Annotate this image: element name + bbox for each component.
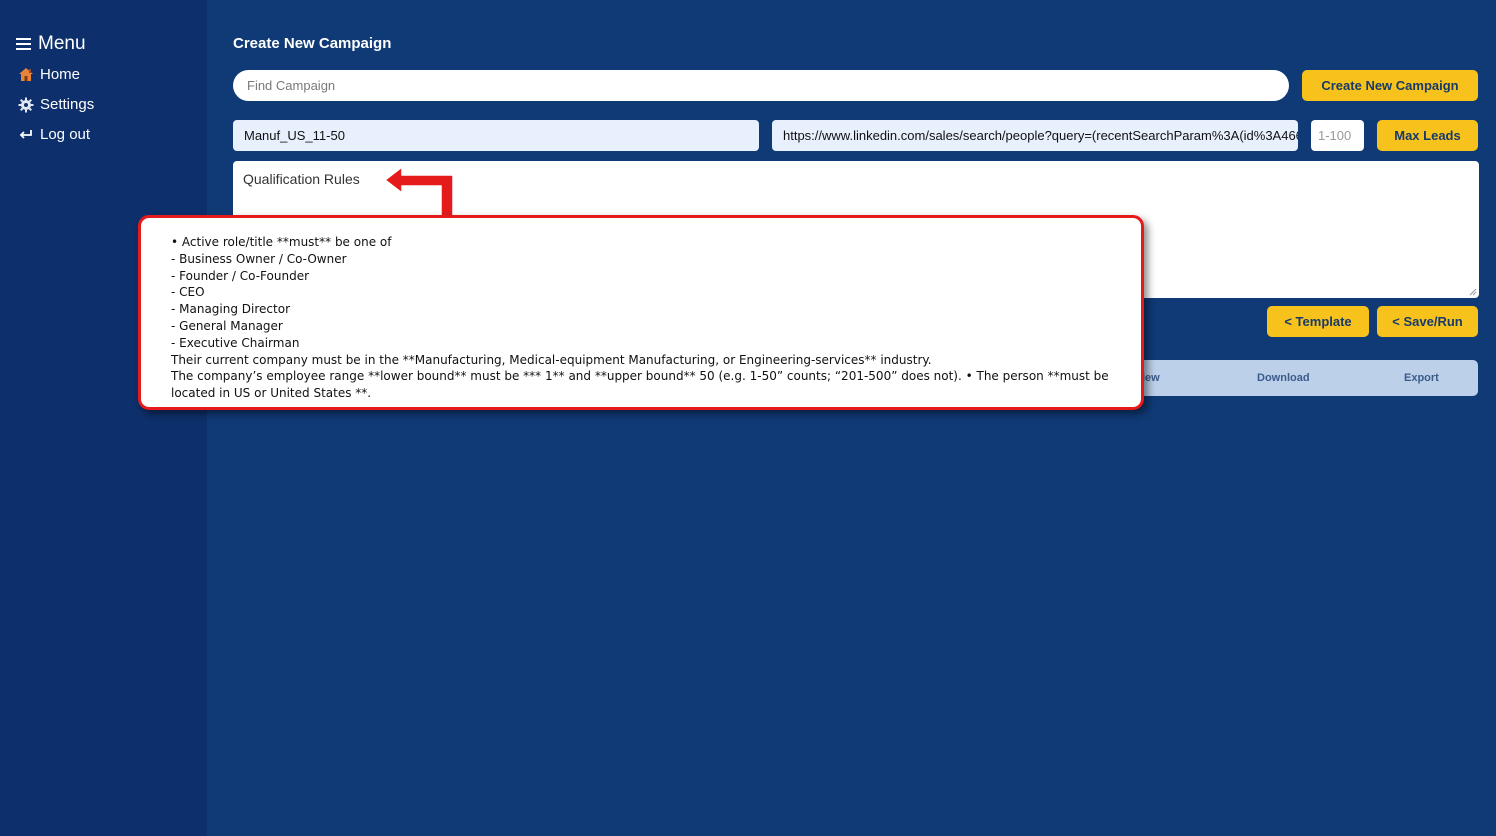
sidebar-item-label: Home (40, 66, 81, 83)
template-button[interactable]: < Template (1267, 306, 1369, 337)
rule-line: Their current company must be in the **M… (171, 352, 932, 367)
gear-icon (17, 96, 34, 113)
search-url-field[interactable]: https://www.linkedin.com/sales/search/pe… (772, 120, 1298, 151)
rule-line: - General Manager (171, 318, 283, 333)
rule-line: - Business Owner / Co-Owner (171, 251, 347, 266)
sidebar-item-label: Settings (40, 96, 95, 113)
results-tabs: iew Download Export (1100, 360, 1478, 396)
rule-line: - Managing Director (171, 302, 291, 317)
hamburger-icon (16, 38, 31, 50)
menu-label: Menu (38, 33, 86, 54)
sidebar-item-label: Log out (40, 126, 91, 143)
sidebar-item-home[interactable]: Home (17, 66, 80, 83)
create-campaign-button[interactable]: Create New Campaign (1302, 70, 1478, 101)
menu-toggle[interactable]: Menu (16, 33, 86, 55)
annotation-arrow-icon (383, 165, 454, 219)
rule-line: The company’s employee range **lower bou… (171, 369, 1109, 401)
rules-placeholder: Qualification Rules (243, 171, 360, 187)
tab-view[interactable]: iew (1142, 372, 1160, 384)
campaign-name-field[interactable]: Manuf_US_11-50 (233, 120, 759, 151)
sidebar-item-logout[interactable]: Log out (17, 126, 90, 143)
max-leads-button[interactable]: Max Leads (1377, 120, 1478, 151)
save-run-button[interactable]: < Save/Run (1377, 306, 1478, 337)
page-title: Create New Campaign (233, 35, 392, 52)
logout-icon (17, 126, 34, 143)
home-icon (17, 66, 34, 83)
max-leads-input[interactable]: 1-100 (1311, 120, 1364, 151)
tab-download[interactable]: Download (1257, 372, 1310, 384)
sidebar-item-settings[interactable]: Settings (17, 96, 94, 113)
qualification-rules-callout: • Active role/title **must** be one of -… (138, 215, 1144, 410)
tab-export[interactable]: Export (1404, 372, 1439, 384)
rule-line: • Active role/title **must** be one of (171, 235, 392, 249)
search-input[interactable] (233, 70, 1289, 101)
rule-line: - CEO (171, 285, 205, 300)
rule-line: - Executive Chairman (171, 335, 300, 350)
resize-handle-icon[interactable] (1469, 288, 1477, 296)
sidebar: Menu Home Settings Log out (0, 0, 207, 836)
rule-line: - Founder / Co-Founder (171, 268, 310, 283)
